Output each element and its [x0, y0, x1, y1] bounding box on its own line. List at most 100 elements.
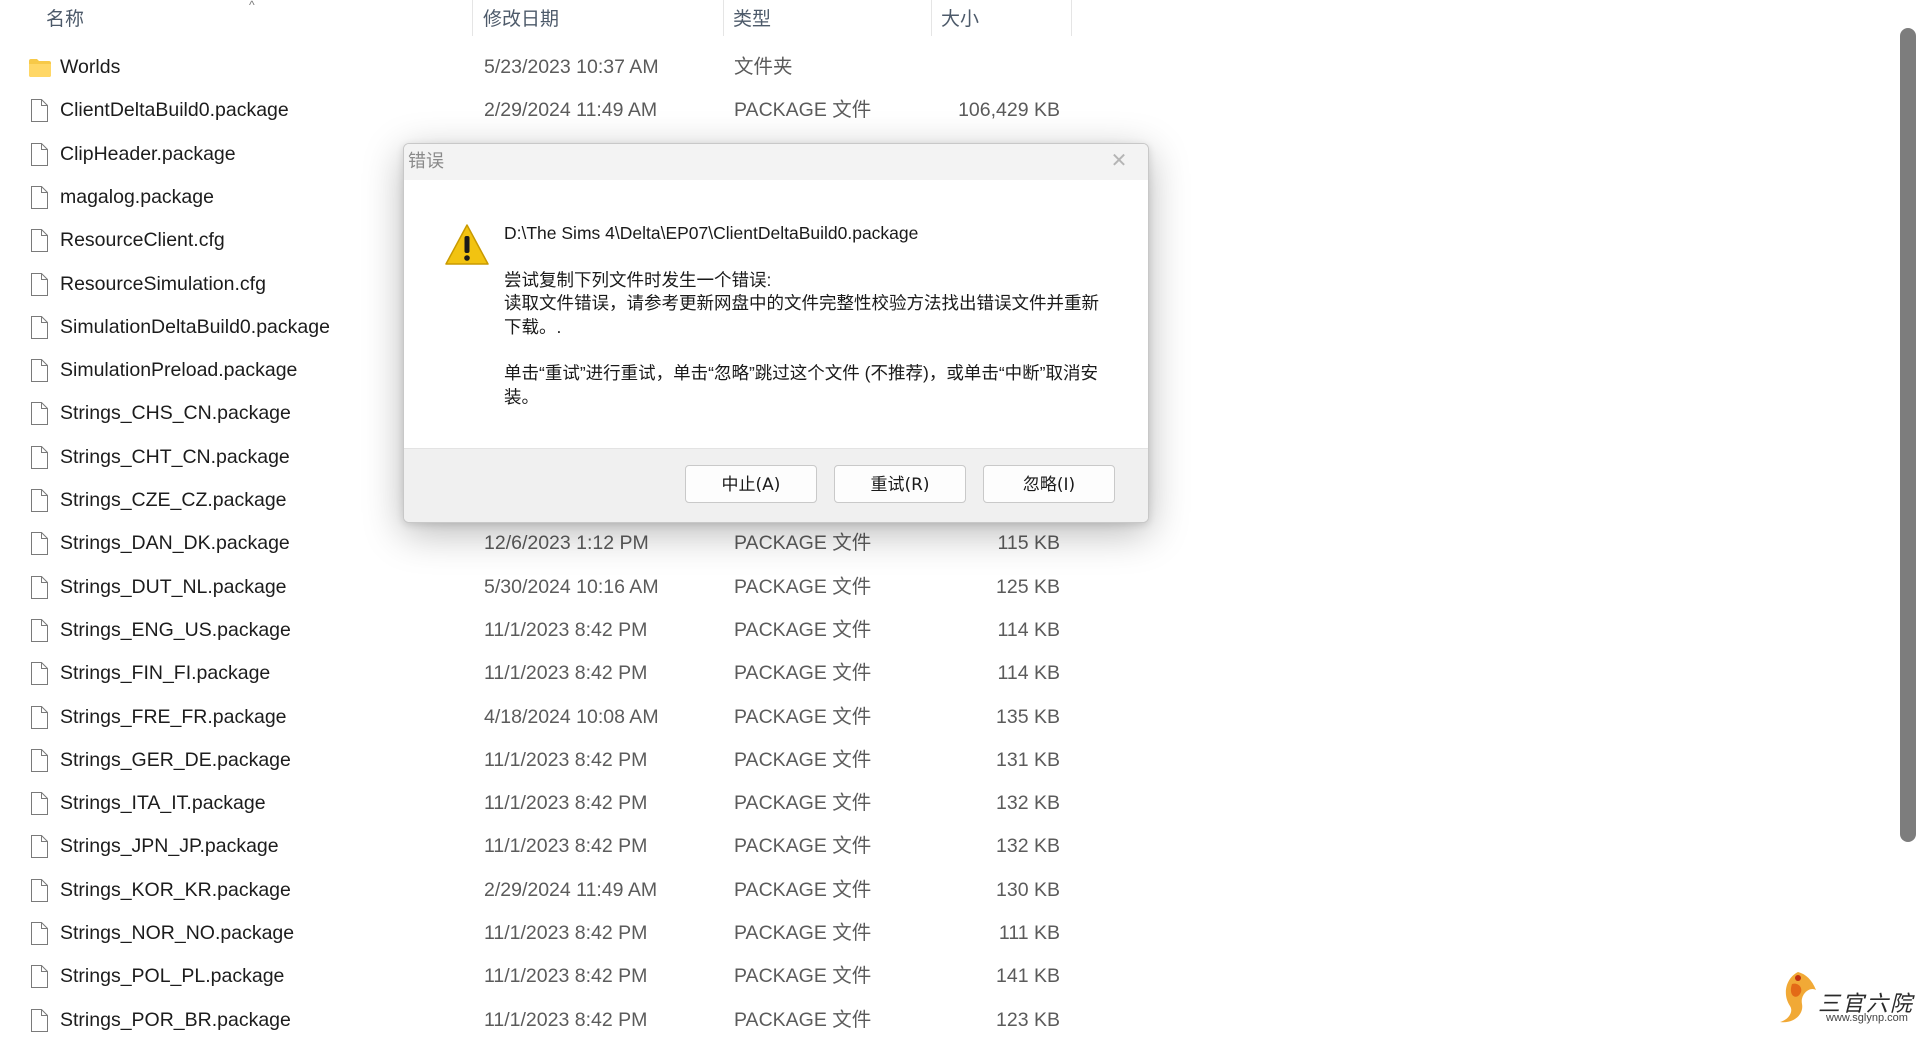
file-size: 135 KB — [996, 705, 1060, 728]
file-type: PACKAGE 文件 — [734, 99, 872, 122]
close-icon[interactable]: ✕ — [1108, 150, 1130, 172]
dialog-title: 错误 — [408, 151, 444, 171]
file-name: ResourceSimulation.cfg — [60, 272, 266, 295]
file-type: PACKAGE 文件 — [734, 705, 872, 728]
file-icon — [30, 142, 48, 166]
error-line-2: 读取文件错误，请参考更新网盘中的文件完整性校验方法找出错误文件并重新下载。. — [504, 293, 1099, 337]
file-icon — [30, 1008, 48, 1032]
file-name: Strings_DUT_NL.package — [60, 575, 287, 598]
file-icon — [30, 878, 48, 902]
column-date-header[interactable]: 修改日期 — [483, 0, 559, 42]
abort-button[interactable]: 中止(A) — [685, 465, 817, 503]
file-date: 11/1/2023 8:42 PM — [484, 748, 648, 771]
column-divider[interactable] — [472, 0, 473, 36]
file-row[interactable]: Strings_POL_PL.package 11/1/2023 8:42 PM P… — [0, 955, 1100, 998]
file-name: ResourceClient.cfg — [60, 229, 225, 252]
file-name: magalog.package — [60, 185, 214, 208]
file-type: 文件夹 — [734, 56, 793, 78]
file-row[interactable]: Strings_KOR_KR.package 2/29/2024 11:49 AM… — [0, 869, 1100, 912]
error-line-1: 尝试复制下列文件时发生一个错误: — [504, 269, 772, 290]
file-date: 5/30/2024 10:16 AM — [484, 575, 659, 598]
file-name: Strings_ENG_US.package — [60, 618, 291, 641]
dialog-title-bar[interactable]: 错误 ✕ — [404, 144, 1148, 180]
file-icon — [30, 185, 48, 209]
file-icon — [30, 965, 48, 989]
error-dialog: 错误 ✕ D:\The Sims 4\Delta\EP07\ClientDelt… — [403, 143, 1149, 523]
column-type-header[interactable]: 类型 — [733, 0, 771, 42]
file-icon — [30, 922, 48, 945]
dialog-message: D:\The Sims 4\Delta\EP07\ClientDeltaBuil… — [504, 222, 1104, 409]
file-icon — [30, 489, 48, 512]
retry-button[interactable]: 重试(R) — [834, 465, 966, 503]
column-divider[interactable] — [931, 0, 932, 36]
file-row[interactable]: Strings_JPN_JP.package 11/1/2023 8:42 PM P… — [0, 825, 1100, 868]
column-size-header[interactable]: 大小 — [941, 0, 979, 42]
file-name: Strings_CHT_CN.package — [60, 445, 290, 468]
error-file-path: D:\The Sims 4\Delta\EP07\ClientDeltaBuil… — [504, 223, 919, 243]
file-row[interactable]: Strings_FIN_FI.package 11/1/2023 8:42 PM P… — [0, 652, 1100, 695]
file-date: 11/1/2023 8:42 PM — [484, 835, 648, 858]
file-name: ClipHeader.package — [60, 142, 236, 165]
file-size: 111 KB — [998, 922, 1060, 944]
file-row[interactable]: Strings_POR_BR.package 11/1/2023 8:42 PM P… — [0, 999, 1100, 1042]
file-icon — [30, 748, 48, 772]
file-date: 5/23/2023 10:37 AM — [484, 56, 659, 78]
file-row[interactable]: Strings_DAN_DK.package 12/6/2023 1:12 PM P… — [0, 522, 1100, 565]
file-row[interactable]: Worlds 5/23/2023 10:37 AM 文件夹 — [0, 46, 1100, 89]
file-icon — [30, 532, 48, 556]
file-size: 130 KB — [996, 878, 1060, 901]
column-name-header[interactable]: 名称 — [46, 0, 84, 42]
column-divider[interactable] — [723, 0, 724, 36]
file-row[interactable]: Strings_ENG_US.package 11/1/2023 8:42 PM P… — [0, 609, 1100, 652]
dialog-footer: 中止(A) 重试(R) 忽略(I) — [404, 448, 1148, 522]
file-name: Strings_CZE_CZ.package — [60, 489, 287, 511]
file-name: Worlds — [60, 56, 121, 78]
file-date: 11/1/2023 8:42 PM — [484, 1008, 648, 1031]
watermark-url: www.sglynp.com — [1826, 1012, 1908, 1024]
file-name: Strings_CHS_CN.package — [60, 402, 291, 425]
file-icon — [30, 229, 48, 253]
column-divider[interactable] — [1071, 0, 1072, 36]
file-type: PACKAGE 文件 — [734, 965, 872, 988]
file-size: 123 KB — [996, 1008, 1060, 1031]
sort-ascending-icon: ^ — [249, 0, 255, 12]
file-name: Strings_DAN_DK.package — [60, 532, 290, 555]
file-icon — [30, 402, 48, 426]
file-name: Strings_FRE_FR.package — [60, 705, 287, 728]
file-type: PACKAGE 文件 — [734, 1008, 872, 1031]
file-size — [880, 46, 1060, 89]
file-date: 2/29/2024 11:49 AM — [484, 878, 658, 901]
file-name: Strings_POL_PL.package — [60, 965, 285, 988]
file-type: PACKAGE 文件 — [734, 792, 872, 815]
file-icon — [30, 705, 48, 729]
file-icon — [30, 792, 48, 816]
file-row[interactable]: Strings_FRE_FR.package 4/18/2024 10:08 AM… — [0, 696, 1100, 739]
file-name: SimulationDeltaBuild0.package — [60, 315, 330, 338]
file-row[interactable]: Strings_GER_DE.package 11/1/2023 8:42 PM P… — [0, 739, 1100, 782]
file-icon — [30, 272, 48, 296]
file-row[interactable]: ClientDeltaBuild0.package 2/29/2024 11:49… — [0, 89, 1100, 132]
file-date: 11/1/2023 8:42 PM — [484, 965, 648, 988]
file-icon — [30, 662, 48, 686]
file-row[interactable]: Strings_DUT_NL.package 5/30/2024 10:16 AM… — [0, 566, 1100, 609]
file-size: 125 KB — [996, 575, 1060, 598]
error-instructions: 单击“重试”进行重试，单击“忽略”跳过这个文件 (不推荐)，或单击“中断”取消安… — [504, 363, 1098, 407]
file-type: PACKAGE 文件 — [734, 532, 872, 555]
file-icon — [30, 618, 48, 642]
ignore-button[interactable]: 忽略(I) — [983, 465, 1115, 503]
file-row[interactable]: Strings_NOR_NO.package 11/1/2023 8:42 PM P… — [0, 912, 1100, 955]
file-type: PACKAGE 文件 — [734, 878, 872, 901]
file-type: PACKAGE 文件 — [734, 575, 872, 598]
file-size: 114 KB — [997, 662, 1060, 685]
file-name: ClientDeltaBuild0.package — [60, 99, 289, 122]
file-icon — [30, 445, 48, 469]
file-name: SimulationPreload.package — [60, 359, 298, 382]
file-icon — [30, 575, 48, 599]
file-name: Strings_JPN_JP.package — [60, 835, 279, 858]
vertical-scrollbar[interactable] — [1900, 28, 1916, 842]
file-date: 12/6/2023 1:12 PM — [484, 532, 649, 555]
file-name: Strings_FIN_FI.package — [60, 662, 271, 685]
folder-icon — [28, 58, 51, 80]
file-row[interactable]: Strings_ITA_IT.package 11/1/2023 8:42 PM P… — [0, 782, 1100, 825]
file-size: 141 KB — [996, 965, 1060, 988]
